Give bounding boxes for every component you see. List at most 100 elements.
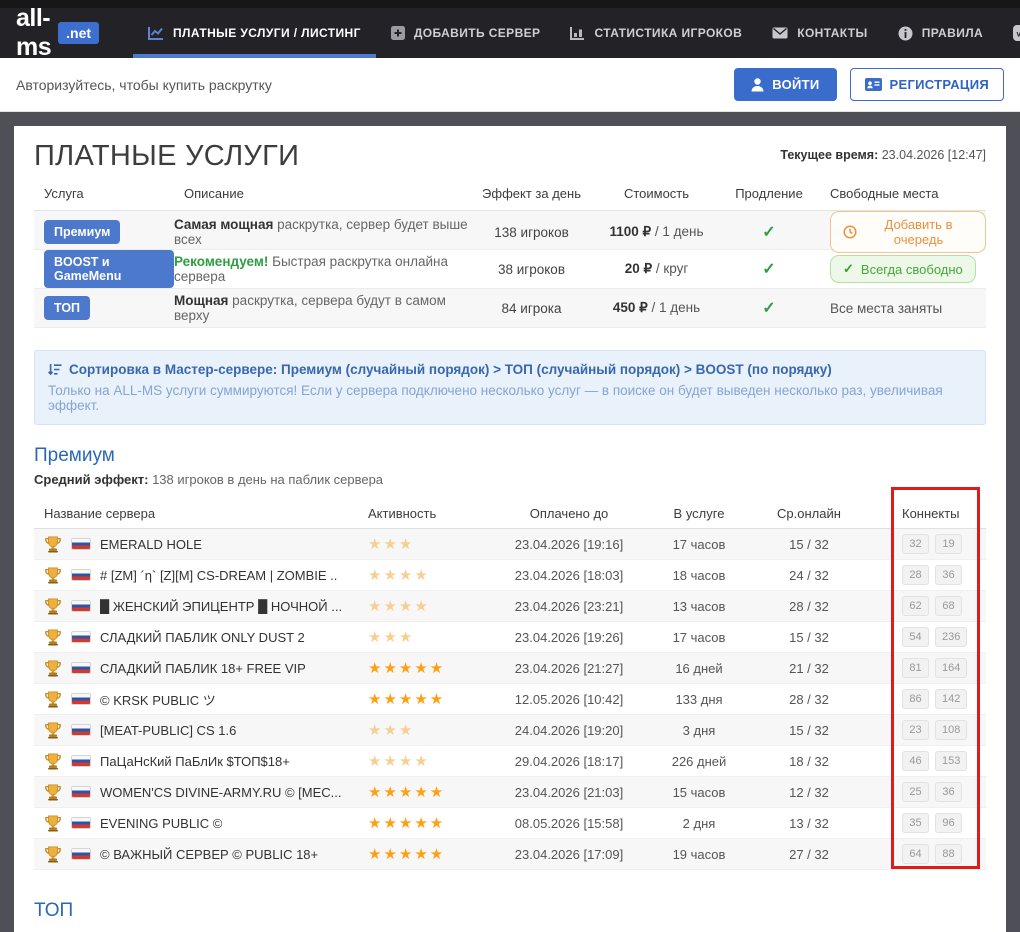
nav-item-add-server[interactable]: ДОБАВИТЬ СЕРВЕР bbox=[376, 8, 556, 58]
in-service-duration: 2 дня bbox=[644, 816, 754, 831]
plus-square-icon bbox=[391, 26, 405, 40]
activity-stars: ★★★★★ bbox=[364, 846, 445, 863]
connects-cell: 2836 bbox=[864, 565, 986, 585]
server-row: СЛАДКИЙ ПАБЛИК ONLY DUST 2★★★23.04.2026 … bbox=[34, 622, 986, 653]
service-price-suffix: / 1 день bbox=[651, 224, 703, 239]
current-time-label: Текущее время: bbox=[780, 148, 878, 162]
russia-flag-icon bbox=[71, 724, 91, 736]
paid-until: 24.04.2026 [19:20] bbox=[494, 723, 644, 738]
nav-item-rules[interactable]: ПРАВИЛА bbox=[883, 8, 998, 58]
activity-stars: ★★★★★ bbox=[364, 691, 445, 708]
always-free-badge: ✓ Всегда свободно bbox=[830, 255, 976, 283]
info-circle-icon bbox=[898, 26, 913, 41]
trophy-icon bbox=[44, 629, 62, 646]
paid-until: 23.04.2026 [23:21] bbox=[494, 599, 644, 614]
service-description-highlight: Рекомендуем! bbox=[174, 254, 268, 269]
connects-cell: 46153 bbox=[864, 751, 986, 771]
in-service-duration: 16 дней bbox=[644, 661, 754, 676]
column-header: Ср.онлайн bbox=[754, 506, 864, 521]
connect-count-badge: 28 bbox=[902, 565, 929, 585]
service-row-premium: Премиум Самая мощная раскрутка, сервер б… bbox=[34, 211, 986, 250]
russia-flag-icon bbox=[71, 848, 91, 860]
connect-count-badge: 36 bbox=[935, 782, 962, 802]
activity-stars: ★★★ bbox=[364, 722, 414, 739]
service-price: 20 ₽ / круг bbox=[589, 261, 724, 277]
paid-until: 23.04.2026 [19:26] bbox=[494, 630, 644, 645]
logo[interactable]: all-ms .net bbox=[16, 8, 99, 58]
server-name-link[interactable]: EMERALD HOLE bbox=[100, 537, 202, 552]
card-header: ПЛАТНЫЕ УСЛУГИ Текущее время: 23.04.2026… bbox=[34, 140, 986, 173]
service-badge[interactable]: Премиум bbox=[44, 220, 120, 244]
service-price-amount: 450 ₽ bbox=[613, 300, 648, 315]
activity-stars: ★★★★★ bbox=[364, 815, 445, 832]
nav-item-vk[interactable]: vk VK bbox=[998, 8, 1020, 58]
logo-tld-badge: .net bbox=[58, 22, 99, 44]
connects-cell: 23108 bbox=[864, 720, 986, 740]
trophy-icon bbox=[44, 815, 62, 832]
server-name-link[interactable]: # [ZM] ´η` [Z][M] CS-DREAM | ZOMBIE .. bbox=[100, 568, 337, 583]
auth-bar: Авторизуйтесь, чтобы купить раскрутку ВО… bbox=[0, 58, 1020, 112]
server-name-link[interactable]: EVENING PUBLIC © bbox=[100, 816, 222, 831]
column-header: Стоимость bbox=[589, 186, 724, 201]
column-header: Активность bbox=[364, 506, 494, 521]
premium-section-title[interactable]: Премиум bbox=[34, 445, 986, 467]
column-header: В услуге bbox=[644, 506, 754, 521]
in-service-duration: 17 часов bbox=[644, 537, 754, 552]
register-button[interactable]: РЕГИСТРАЦИЯ bbox=[850, 68, 1004, 101]
add-to-queue-button[interactable]: Добавить в очередь bbox=[830, 211, 986, 253]
server-name-link[interactable]: © KRSK PUBLIC ツ bbox=[100, 690, 216, 709]
connect-count-badge: 142 bbox=[935, 689, 967, 709]
vk-icon: vk bbox=[1013, 25, 1020, 41]
russia-flag-icon bbox=[71, 817, 91, 829]
in-service-duration: 15 часов bbox=[644, 785, 754, 800]
russia-flag-icon bbox=[71, 662, 91, 674]
top-section-title[interactable]: ТОП bbox=[34, 900, 986, 922]
nav-item-contacts[interactable]: КОНТАКТЫ bbox=[757, 8, 882, 58]
server-name-link[interactable]: WOMEN'CS DIVINE-ARMY.RU © [MEC... bbox=[100, 785, 342, 800]
service-price: 450 ₽ / 1 день bbox=[589, 300, 724, 316]
auth-message: Авторизуйтесь, чтобы купить раскрутку bbox=[16, 77, 272, 93]
connect-count-badge: 19 bbox=[935, 534, 962, 554]
service-badge[interactable]: ТОП bbox=[44, 296, 90, 320]
nav-item-player-stats[interactable]: СТАТИСТИКА ИГРОКОВ bbox=[555, 8, 757, 58]
renewal-check-icon: ✓ bbox=[724, 298, 814, 318]
column-header: Эффект за день bbox=[474, 186, 589, 201]
current-time-value: 23.04.2026 [12:47] bbox=[882, 148, 986, 162]
server-name-link[interactable]: ПаЦаНсКий ПаБлИк $ТОП$18+ bbox=[100, 754, 290, 769]
server-name-link[interactable]: [MEAT-PUBLIC] CS 1.6 bbox=[100, 723, 236, 738]
nav-item-label: КОНТАКТЫ bbox=[797, 26, 867, 40]
average-effect-value: 138 игроков в день на паблик сервера bbox=[152, 472, 383, 487]
trophy-icon bbox=[44, 660, 62, 677]
average-online: 15 / 32 bbox=[754, 537, 864, 552]
service-price-suffix: / круг bbox=[652, 261, 688, 276]
service-description: Мощная раскрутка, сервера будут в самом … bbox=[174, 293, 474, 323]
connect-count-badge: 23 bbox=[902, 720, 929, 740]
connect-count-badge: 62 bbox=[902, 596, 929, 616]
server-name-link[interactable]: СЛАДКИЙ ПАБЛИК ONLY DUST 2 bbox=[100, 630, 305, 645]
page-title: ПЛАТНЫЕ УСЛУГИ bbox=[34, 140, 299, 173]
server-row: © KRSK PUBLIC ツ★★★★★12.05.2026 [10:42]13… bbox=[34, 684, 986, 715]
server-name-link[interactable]: █ ЖЕНСКИЙ ЭПИЦЕНТР █ НОЧНОЙ ... bbox=[100, 599, 342, 614]
service-badge[interactable]: BOOST и GameMenu bbox=[44, 250, 174, 288]
connect-count-badge: 32 bbox=[902, 534, 929, 554]
paid-until: 12.05.2026 [10:42] bbox=[494, 692, 644, 707]
paid-until: 23.04.2026 [21:27] bbox=[494, 661, 644, 676]
server-row: ПаЦаНсКий ПаБлИк $ТОП$18+★★★★29.04.2026 … bbox=[34, 746, 986, 777]
server-name-link[interactable]: СЛАДКИЙ ПАБЛИК 18+ FREE VIP bbox=[100, 661, 306, 676]
connect-count-badge: 25 bbox=[902, 782, 929, 802]
slots-status-text: Все места заняты bbox=[830, 301, 942, 316]
paid-until: 23.04.2026 [19:16] bbox=[494, 537, 644, 552]
nav-item-paid-services[interactable]: ПЛАТНЫЕ УСЛУГИ / ЛИСТИНГ bbox=[133, 8, 376, 58]
server-name-cell: EMERALD HOLE bbox=[34, 536, 364, 553]
trophy-icon bbox=[44, 691, 62, 708]
russia-flag-icon bbox=[71, 538, 91, 550]
column-header: Название сервера bbox=[34, 506, 364, 521]
login-button[interactable]: ВОЙТИ bbox=[734, 68, 836, 101]
connect-count-badge: 54 bbox=[902, 627, 929, 647]
paid-until: 23.04.2026 [18:03] bbox=[494, 568, 644, 583]
server-row: EMERALD HOLE★★★23.04.2026 [19:16]17 часо… bbox=[34, 529, 986, 560]
connect-count-badge: 68 bbox=[935, 596, 962, 616]
server-name-link[interactable]: © ВАЖНЫЙ СЕРВЕР © PUBLIC 18+ bbox=[100, 847, 318, 862]
trophy-icon bbox=[44, 536, 62, 553]
average-online: 15 / 32 bbox=[754, 723, 864, 738]
